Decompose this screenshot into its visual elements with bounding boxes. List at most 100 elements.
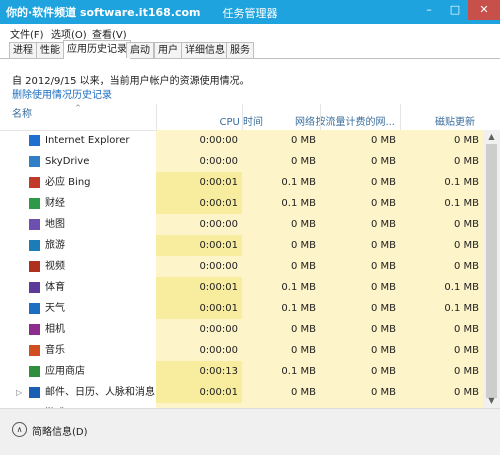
table-row[interactable]: 相机 0:00:00 0 MB 0 MB 0 MB xyxy=(0,319,483,340)
column-header-metered-network[interactable]: 按流量计费的网... xyxy=(315,113,395,128)
column-divider[interactable] xyxy=(156,104,157,130)
menu-options[interactable]: 选项(O) xyxy=(51,26,87,41)
usage-since-text: 自 2012/9/15 以来，当前用户帐户的资源使用情况。 xyxy=(12,76,250,87)
tab-users[interactable]: 用户 xyxy=(154,42,182,58)
ie-icon xyxy=(29,135,40,146)
table-row[interactable]: 体育 0:00:01 0.1 MB 0 MB 0.1 MB xyxy=(0,277,483,298)
tile-updates-cell: 0 MB xyxy=(400,214,483,235)
cpu-time-cell: 0:00:01 xyxy=(156,382,242,403)
table-row[interactable]: Internet Explorer 0:00:00 0 MB 0 MB 0 MB xyxy=(0,130,483,151)
app-name: 视频 xyxy=(45,261,65,272)
fewer-details-button[interactable]: 简略信息(D) xyxy=(32,423,88,438)
metered-network-cell: 0 MB xyxy=(320,361,400,382)
tab-processes[interactable]: 进程 xyxy=(9,42,37,58)
network-cell: 0.1 MB xyxy=(242,277,320,298)
scroll-down-arrow-icon[interactable]: ▼ xyxy=(483,394,500,408)
metered-network-cell: 0 MB xyxy=(320,151,400,172)
metered-network-cell: 0 MB xyxy=(320,277,400,298)
app-name: 邮件、日历、人脉和消息... xyxy=(45,387,165,398)
menu-bar: 文件(F) 选项(O) 查看(V) xyxy=(0,24,500,41)
collapse-chevron-icon[interactable]: ∧ xyxy=(12,422,27,437)
table-row[interactable]: 视频 0:00:00 0 MB 0 MB 0 MB xyxy=(0,256,483,277)
camera-icon xyxy=(29,324,40,335)
network-cell: 0 MB xyxy=(242,382,320,403)
cpu-time-cell: 0:00:00 xyxy=(156,214,242,235)
vertical-scrollbar[interactable]: ▲ ▼ xyxy=(483,130,500,408)
sort-caret-icon: ^ xyxy=(75,104,81,112)
scroll-up-arrow-icon[interactable]: ▲ xyxy=(483,130,500,144)
title-bar[interactable]: 你的·软件频道 software.it168.com 任务管理器 – □ ✕ xyxy=(0,0,500,24)
network-cell: 0 MB xyxy=(242,340,320,361)
column-divider[interactable] xyxy=(320,104,321,130)
app-name: 音乐 xyxy=(45,345,65,356)
close-button[interactable]: ✕ xyxy=(468,0,500,20)
expand-arrow-icon[interactable]: ▷ xyxy=(16,382,22,403)
table-header: ^ 名称 CPU 时间 网络 按流量计费的网... 磁贴更新 xyxy=(0,104,500,131)
network-cell: 0 MB xyxy=(242,319,320,340)
table-row[interactable]: ▷ 邮件、日历、人脉和消息... 0:00:01 0 MB 0 MB 0 MB xyxy=(0,382,483,403)
scrollbar-thumb[interactable] xyxy=(486,144,497,398)
network-cell: 0.1 MB xyxy=(242,298,320,319)
cpu-time-cell: 0:00:00 xyxy=(156,256,242,277)
tile-updates-cell: 0.1 MB xyxy=(400,172,483,193)
cpu-time-cell: 0:00:00 xyxy=(156,319,242,340)
app-name: 体育 xyxy=(45,282,65,293)
tab-details[interactable]: 详细信息 xyxy=(181,42,229,58)
sports-icon xyxy=(29,282,40,293)
metered-network-cell: 0 MB xyxy=(320,130,400,151)
cpu-time-cell: 0:00:13 xyxy=(156,361,242,382)
app-name: 旅游 xyxy=(45,240,65,251)
tab-app-history[interactable]: 应用历史记录 xyxy=(63,40,131,59)
app-name: 地图 xyxy=(45,219,65,230)
network-cell: 0.1 MB xyxy=(242,361,320,382)
store-icon xyxy=(29,366,40,377)
column-header-network[interactable]: 网络 xyxy=(295,113,315,128)
tile-updates-cell: 0.1 MB xyxy=(400,193,483,214)
column-divider[interactable] xyxy=(400,104,401,130)
metered-network-cell: 0 MB xyxy=(320,382,400,403)
tab-services[interactable]: 服务 xyxy=(226,42,254,58)
menu-file[interactable]: 文件(F) xyxy=(10,26,44,41)
column-header-name[interactable]: 名称 xyxy=(12,104,32,125)
metered-network-cell: 0 MB xyxy=(320,298,400,319)
tile-updates-cell: 0 MB xyxy=(400,235,483,256)
app-name: 天气 xyxy=(45,303,65,314)
tile-updates-cell: 0.1 MB xyxy=(400,277,483,298)
cpu-time-cell: 0:00:01 xyxy=(156,235,242,256)
metered-network-cell: 0 MB xyxy=(320,235,400,256)
cpu-time-cell: 0:00:01 xyxy=(156,298,242,319)
table-row[interactable]: 天气 0:00:01 0.1 MB 0 MB 0.1 MB xyxy=(0,298,483,319)
table-row[interactable]: 地图 0:00:00 0 MB 0 MB 0 MB xyxy=(0,214,483,235)
table-row[interactable]: 旅游 0:00:01 0 MB 0 MB 0 MB xyxy=(0,235,483,256)
finance-icon xyxy=(29,198,40,209)
metered-network-cell: 0 MB xyxy=(320,214,400,235)
weather-icon xyxy=(29,303,40,314)
table-row[interactable]: SkyDrive 0:00:00 0 MB 0 MB 0 MB xyxy=(0,151,483,172)
menu-view[interactable]: 查看(V) xyxy=(92,26,127,41)
app-name: SkyDrive xyxy=(45,156,90,167)
delete-history-link[interactable]: 删除使用情况历史记录 xyxy=(12,86,112,101)
app-name: 相机 xyxy=(45,324,65,335)
table-row[interactable]: 必应 Bing 0:00:01 0.1 MB 0 MB 0.1 MB xyxy=(0,172,483,193)
table-row[interactable]: 应用商店 0:00:13 0.1 MB 0 MB 0 MB xyxy=(0,361,483,382)
network-cell: 0.1 MB xyxy=(242,172,320,193)
column-header-tile-updates[interactable]: 磁贴更新 xyxy=(435,113,475,128)
column-divider[interactable] xyxy=(242,104,243,130)
table-row[interactable]: 财经 0:00:01 0.1 MB 0 MB 0.1 MB xyxy=(0,193,483,214)
maximize-button[interactable]: □ xyxy=(442,0,468,20)
app-name: 应用商店 xyxy=(45,366,85,377)
minimize-button[interactable]: – xyxy=(416,0,442,20)
network-cell: 0.1 MB xyxy=(242,193,320,214)
cpu-time-cell: 0:00:00 xyxy=(156,151,242,172)
tile-updates-cell: 0 MB xyxy=(400,130,483,151)
tile-updates-cell: 0 MB xyxy=(400,256,483,277)
app-history-table-body: Internet Explorer 0:00:00 0 MB 0 MB 0 MB SkyD… xyxy=(0,130,483,408)
cpu-time-cell: 0:00:01 xyxy=(156,193,242,214)
tab-performance[interactable]: 性能 xyxy=(36,42,64,58)
travel-icon xyxy=(29,240,40,251)
network-cell: 0 MB xyxy=(242,256,320,277)
network-cell: 0 MB xyxy=(242,235,320,256)
table-row[interactable]: 音乐 0:00:00 0 MB 0 MB 0 MB xyxy=(0,340,483,361)
tab-startup[interactable]: 启动 xyxy=(126,42,154,58)
tile-updates-cell: 0.1 MB xyxy=(400,298,483,319)
